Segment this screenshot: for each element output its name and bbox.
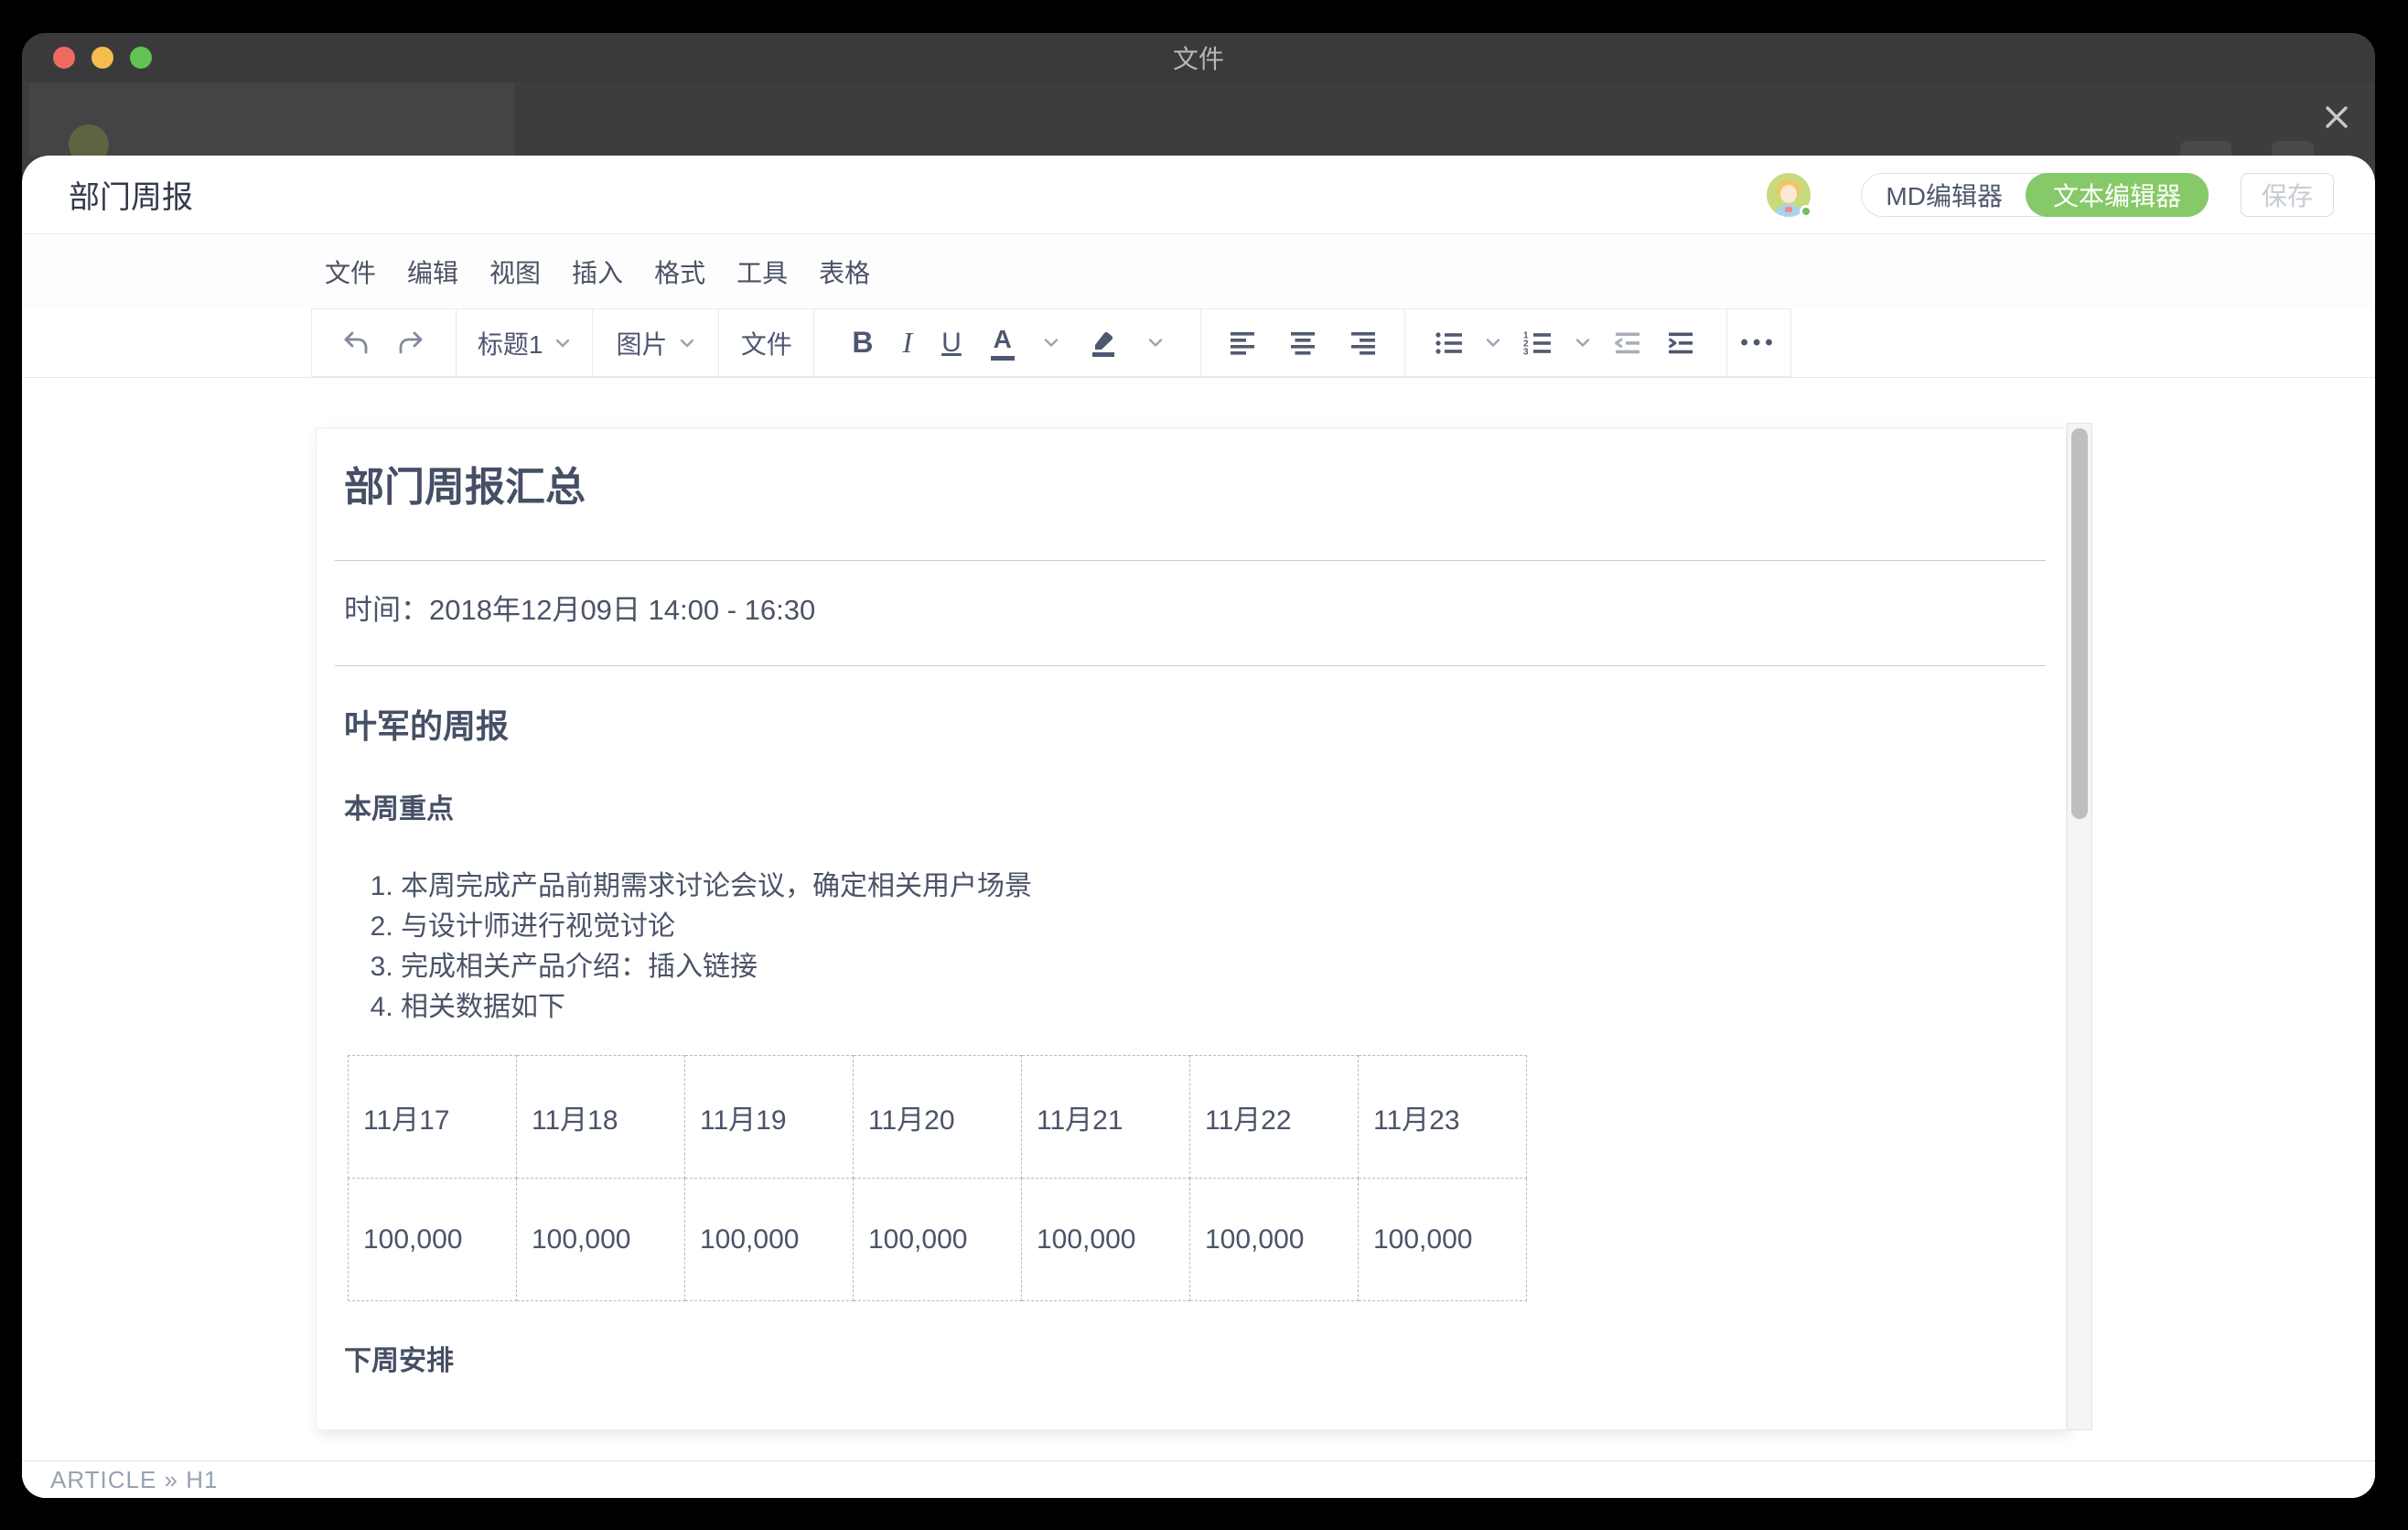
status-bar: ARTICLE » H1 <box>22 1460 2375 1498</box>
doc-next-week-heading: 下周安排 <box>344 1345 2038 1378</box>
list-item: 完成相关产品介绍：插入链接 <box>401 947 2038 987</box>
close-window-button[interactable] <box>53 47 75 69</box>
align-right-button[interactable] <box>1349 330 1377 355</box>
formatting-toolbar: 标题1 图片 文件 B <box>311 308 1791 377</box>
heading-style-label: 标题1 <box>478 325 543 361</box>
macos-window: 文件 部门周报 <box>22 33 2375 1498</box>
menu-file[interactable]: 文件 <box>325 253 376 290</box>
window-titlebar: 文件 <box>22 33 2375 82</box>
menu-bar: 文件 编辑 视图 插入 格式 工具 表格 <box>22 234 2375 308</box>
menu-tools[interactable]: 工具 <box>736 253 788 290</box>
table-cell[interactable]: 100,000 <box>517 1179 685 1301</box>
table-cell[interactable]: 11月19 <box>685 1056 854 1179</box>
outdent-button[interactable] <box>1612 330 1643 356</box>
text-editor-tab[interactable]: 文本编辑器 <box>2026 173 2209 217</box>
indent-button[interactable] <box>1665 330 1696 356</box>
table-row-dates: 11月17 11月18 11月19 11月20 11月21 11月22 11月2… <box>349 1056 1527 1179</box>
bullet-list-chevron-icon[interactable] <box>1486 337 1500 349</box>
numbered-list-button[interactable]: 1 2 3 <box>1522 330 1553 356</box>
doc-section-heading: 叶军的周报 <box>344 706 2038 746</box>
online-status-dot <box>1800 205 1812 218</box>
scrollbar-thumb[interactable] <box>2071 428 2088 819</box>
save-button[interactable]: 保存 <box>2241 173 2334 217</box>
table-row-values: 100,000 100,000 100,000 100,000 100,000 … <box>349 1179 1527 1301</box>
table-cell[interactable]: 100,000 <box>1022 1179 1190 1301</box>
minimize-window-button[interactable] <box>91 47 113 69</box>
modal-header: 部门周报 MD编辑器 文本编辑器 保存 <box>22 156 2375 234</box>
list-item: 相关数据如下 <box>401 987 2038 1028</box>
screen: 文件 部门周报 <box>0 0 2408 1530</box>
toolbar-row: 标题1 图片 文件 B <box>22 308 2375 378</box>
document-page[interactable]: 部门周报汇总 时间：2018年12月09日 14:00 - 16:30 叶军的周… <box>316 428 2067 1430</box>
undo-button[interactable] <box>342 330 370 356</box>
menu-format[interactable]: 格式 <box>654 253 705 290</box>
chevron-down-icon <box>679 337 695 350</box>
italic-button[interactable]: I <box>902 326 912 360</box>
table-cell[interactable]: 11月21 <box>1022 1056 1190 1179</box>
table-cell[interactable]: 100,000 <box>685 1179 854 1301</box>
doc-subsection-heading: 本周重点 <box>344 793 2038 826</box>
close-modal-icon[interactable] <box>2322 102 2351 132</box>
editor-modal: 部门周报 MD编辑器 文本编辑器 保存 <box>22 156 2375 1498</box>
table-cell[interactable]: 100,000 <box>854 1179 1022 1301</box>
heading-style-dropdown[interactable]: 标题1 <box>456 309 592 376</box>
more-dots-icon: ••• <box>1740 330 1777 356</box>
divider <box>335 665 2046 666</box>
chevron-down-icon <box>554 337 571 350</box>
doc-data-table[interactable]: 11月17 11月18 11月19 11月20 11月21 11月22 11月2… <box>348 1055 1527 1301</box>
header-controls: MD编辑器 文本编辑器 保存 <box>1767 173 2334 217</box>
svg-text:3: 3 <box>1523 347 1529 356</box>
doc-title: 部门周报汇总 <box>344 462 2038 512</box>
list-item: 与设计师进行视觉讨论 <box>401 907 2038 947</box>
table-cell[interactable]: 11月20 <box>854 1056 1022 1179</box>
table-cell[interactable]: 100,000 <box>1359 1179 1527 1301</box>
font-color-chevron-icon[interactable] <box>1044 337 1059 349</box>
document-name: 部门周报 <box>69 172 193 217</box>
zoom-window-button[interactable] <box>130 47 152 69</box>
table-cell[interactable]: 11月17 <box>349 1056 517 1179</box>
menu-insert[interactable]: 插入 <box>572 253 623 290</box>
md-editor-tab[interactable]: MD编辑器 <box>1862 174 2026 216</box>
traffic-lights <box>53 47 152 69</box>
dimmed-button <box>2180 141 2231 156</box>
editor-mode-switch: MD编辑器 文本编辑器 <box>1861 173 2209 217</box>
numbered-list-chevron-icon[interactable] <box>1575 337 1590 349</box>
align-center-button[interactable] <box>1289 330 1317 355</box>
doc-time-line: 时间：2018年12月09日 14:00 - 16:30 <box>344 590 2038 630</box>
dimmed-backdrop <box>22 82 2375 156</box>
dimmed-button <box>2272 141 2314 156</box>
menu-table[interactable]: 表格 <box>819 253 870 290</box>
bold-button[interactable]: B <box>852 326 873 360</box>
list-item: 本周完成产品前期需求讨论会议，确定相关用户场景 <box>401 867 2038 907</box>
table-cell[interactable]: 100,000 <box>1190 1179 1359 1301</box>
align-left-button[interactable] <box>1229 330 1256 355</box>
highlight-chevron-icon[interactable] <box>1148 337 1163 349</box>
menu-view[interactable]: 视图 <box>489 253 541 290</box>
user-avatar[interactable] <box>1767 173 1811 217</box>
insert-image-dropdown[interactable]: 图片 <box>592 309 719 376</box>
table-cell[interactable]: 11月22 <box>1190 1056 1359 1179</box>
font-color-button[interactable]: A <box>991 326 1015 361</box>
insert-file-label: 文件 <box>741 325 792 361</box>
doc-numbered-list: 本周完成产品前期需求讨论会议，确定相关用户场景 与设计师进行视觉讨论 完成相关产… <box>344 867 2038 1028</box>
insert-image-label: 图片 <box>617 325 668 361</box>
more-options-button[interactable]: ••• <box>1726 309 1790 376</box>
redo-button[interactable] <box>397 330 425 356</box>
bullet-list-button[interactable] <box>1435 330 1464 356</box>
window-title: 文件 <box>1173 39 1224 76</box>
menu-edit[interactable]: 编辑 <box>407 253 458 290</box>
element-path-breadcrumb: ARTICLE » H1 <box>50 1466 218 1494</box>
highlight-button[interactable] <box>1088 329 1119 358</box>
underline-button[interactable]: U <box>941 328 962 359</box>
divider <box>335 560 2046 561</box>
table-cell[interactable]: 11月23 <box>1359 1056 1527 1179</box>
table-cell[interactable]: 11月18 <box>517 1056 685 1179</box>
insert-file-button[interactable]: 文件 <box>718 309 813 376</box>
editor-content-area: 部门周报汇总 时间：2018年12月09日 14:00 - 16:30 叶军的周… <box>22 378 2375 1460</box>
table-cell[interactable]: 100,000 <box>349 1179 517 1301</box>
